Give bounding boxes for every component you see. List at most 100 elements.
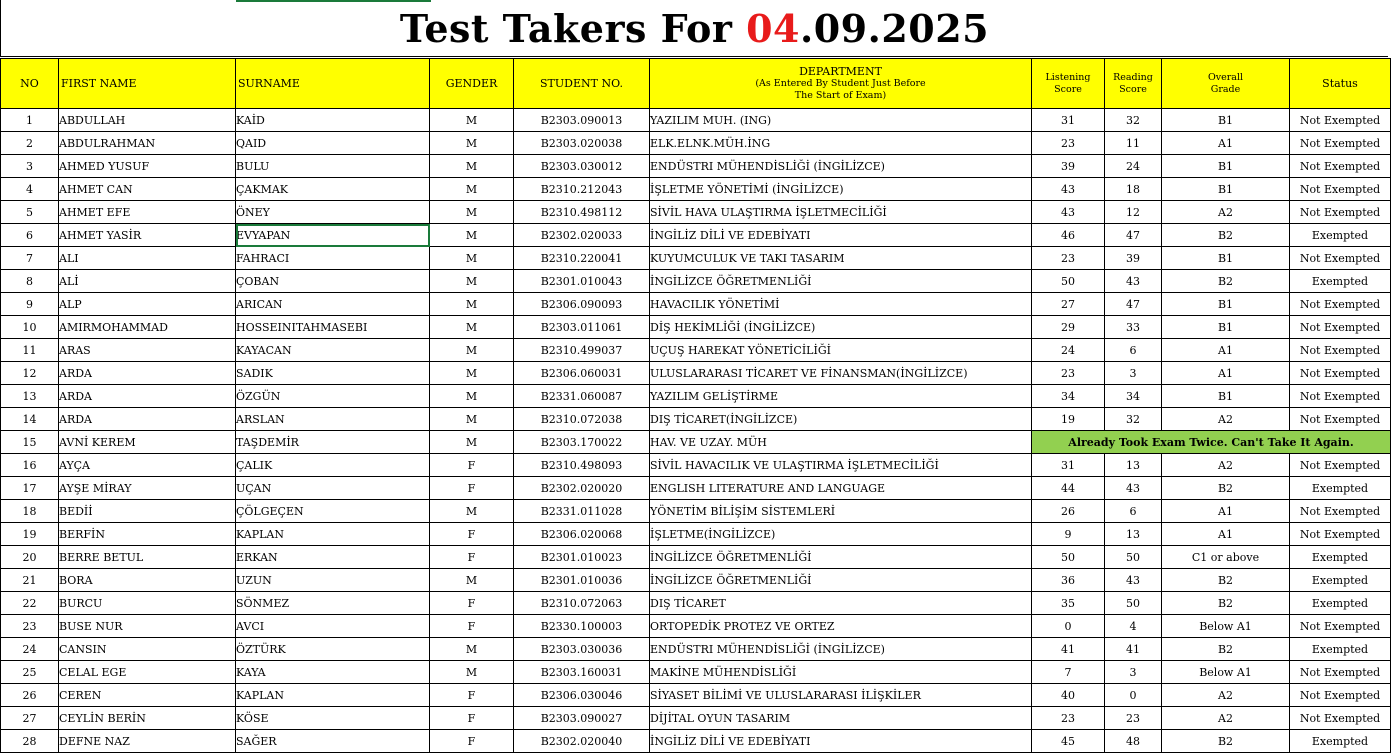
cell-reading-score[interactable]: 12 <box>1104 200 1162 224</box>
cell-gender[interactable]: M <box>429 315 514 339</box>
cell-reading-score[interactable]: 4 <box>1104 614 1162 638</box>
cell-no[interactable]: 27 <box>0 706 59 730</box>
cell-surname[interactable]: ÖNEY <box>235 200 430 224</box>
cell-listening-score[interactable]: 34 <box>1031 384 1105 408</box>
cell-overall-grade[interactable]: B1 <box>1161 154 1290 178</box>
cell-status[interactable]: Not Exempted <box>1289 499 1391 523</box>
cell-gender[interactable]: F <box>429 545 514 569</box>
cell-no[interactable]: 7 <box>0 246 59 270</box>
cell-status[interactable]: Exempted <box>1289 223 1391 247</box>
cell-overall-grade[interactable]: B2 <box>1161 269 1290 293</box>
cell-gender[interactable]: F <box>429 683 514 707</box>
header-no[interactable]: NO <box>0 58 59 109</box>
cell-surname[interactable]: ÇOBAN <box>235 269 430 293</box>
cell-student-no[interactable]: B2331.060087 <box>513 384 650 408</box>
cell-status[interactable]: Not Exempted <box>1289 315 1391 339</box>
cell-gender[interactable]: M <box>429 384 514 408</box>
cell-first-name[interactable]: ALİ <box>58 269 236 293</box>
cell-reading-score[interactable]: 32 <box>1104 108 1162 132</box>
cell-department[interactable]: ULUSLARARASI TİCARET VE FİNANSMAN(İNGİLİ… <box>649 361 1032 385</box>
cell-listening-score[interactable]: 31 <box>1031 108 1105 132</box>
cell-student-no[interactable]: B2303.170022 <box>513 430 650 454</box>
cell-gender[interactable]: M <box>429 223 514 247</box>
cell-overall-grade[interactable]: B2 <box>1161 729 1290 753</box>
cell-no[interactable]: 6 <box>0 223 59 247</box>
cell-gender[interactable]: M <box>429 568 514 592</box>
cell-gender[interactable]: F <box>429 706 514 730</box>
cell-reading-score[interactable]: 50 <box>1104 545 1162 569</box>
title-row[interactable]: Test Takers For 04.09.2025 <box>0 0 1388 57</box>
cell-no[interactable]: 17 <box>0 476 59 500</box>
cell-listening-score[interactable]: 35 <box>1031 591 1105 615</box>
cell-no[interactable]: 24 <box>0 637 59 661</box>
cell-student-no[interactable]: B2310.072063 <box>513 591 650 615</box>
cell-no[interactable]: 19 <box>0 522 59 546</box>
cell-first-name[interactable]: ARDA <box>58 407 236 431</box>
cell-listening-score[interactable]: 40 <box>1031 683 1105 707</box>
cell-listening-score[interactable]: 23 <box>1031 361 1105 385</box>
cell-listening-score[interactable]: 36 <box>1031 568 1105 592</box>
cell-department[interactable]: YAZILIM MUH. (ING) <box>649 108 1032 132</box>
cell-listening-score[interactable]: 39 <box>1031 154 1105 178</box>
cell-listening-score[interactable]: 29 <box>1031 315 1105 339</box>
cell-gender[interactable]: F <box>429 614 514 638</box>
header-student-no[interactable]: STUDENT NO. <box>513 58 650 109</box>
cell-department[interactable]: ENDÜSTRI MÜHENDİSLİĞİ (İNGİLİZCE) <box>649 154 1032 178</box>
cell-reading-score[interactable]: 48 <box>1104 729 1162 753</box>
cell-gender[interactable]: M <box>429 430 514 454</box>
cell-no[interactable]: 22 <box>0 591 59 615</box>
cell-status[interactable]: Not Exempted <box>1289 453 1391 477</box>
cell-listening-score[interactable]: 19 <box>1031 407 1105 431</box>
cell-status[interactable]: Not Exempted <box>1289 683 1391 707</box>
cell-no[interactable]: 1 <box>0 108 59 132</box>
cell-student-no[interactable]: B2330.100003 <box>513 614 650 638</box>
cell-listening-score[interactable]: 50 <box>1031 269 1105 293</box>
cell-overall-grade[interactable]: B1 <box>1161 384 1290 408</box>
cell-no[interactable]: 10 <box>0 315 59 339</box>
cell-no[interactable]: 2 <box>0 131 59 155</box>
cell-status[interactable]: Not Exempted <box>1289 706 1391 730</box>
cell-listening-score[interactable]: 26 <box>1031 499 1105 523</box>
cell-overall-grade[interactable]: A1 <box>1161 522 1290 546</box>
cell-status[interactable]: Not Exempted <box>1289 246 1391 270</box>
cell-listening-score[interactable]: 41 <box>1031 637 1105 661</box>
cell-status[interactable]: Exempted <box>1289 729 1391 753</box>
cell-student-no[interactable]: B2302.020020 <box>513 476 650 500</box>
cell-no[interactable]: 9 <box>0 292 59 316</box>
cell-status[interactable]: Not Exempted <box>1289 177 1391 201</box>
cell-department[interactable]: KUYUMCULUK VE TAKI TASARIM <box>649 246 1032 270</box>
cell-surname[interactable]: ÇAKMAK <box>235 177 430 201</box>
cell-department[interactable]: İNGİLİZ DİLİ VE EDEBİYATI <box>649 729 1032 753</box>
cell-student-no[interactable]: B2306.060031 <box>513 361 650 385</box>
cell-first-name[interactable]: AVNİ KEREM <box>58 430 236 454</box>
cell-first-name[interactable]: BERRE BETUL <box>58 545 236 569</box>
header-first-name[interactable]: FIRST NAME <box>58 58 236 109</box>
cell-student-no[interactable]: B2306.090093 <box>513 292 650 316</box>
cell-department[interactable]: SİYASET BİLİMİ VE ULUSLARARASI İLİŞKİLER <box>649 683 1032 707</box>
cell-surname[interactable]: SADIK <box>235 361 430 385</box>
cell-overall-grade[interactable]: B2 <box>1161 637 1290 661</box>
cell-no[interactable]: 13 <box>0 384 59 408</box>
cell-gender[interactable]: M <box>429 407 514 431</box>
header-overall-grade[interactable]: Overall Grade <box>1161 58 1290 109</box>
cell-first-name[interactable]: ABDULRAHMAN <box>58 131 236 155</box>
cell-first-name[interactable]: ARDA <box>58 384 236 408</box>
cell-status[interactable]: Not Exempted <box>1289 131 1391 155</box>
cell-first-name[interactable]: ARDA <box>58 361 236 385</box>
cell-reading-score[interactable]: 6 <box>1104 499 1162 523</box>
cell-student-no[interactable]: B2310.212043 <box>513 177 650 201</box>
cell-no[interactable]: 23 <box>0 614 59 638</box>
cell-department[interactable]: İŞLETME(İNGİLİZCE) <box>649 522 1032 546</box>
cell-gender[interactable]: M <box>429 637 514 661</box>
cell-department[interactable]: İŞLETME YÖNETİMİ (İNGİLİZCE) <box>649 177 1032 201</box>
cell-listening-score[interactable]: 23 <box>1031 131 1105 155</box>
cell-surname[interactable]: AVCI <box>235 614 430 638</box>
cell-overall-grade[interactable]: A2 <box>1161 683 1290 707</box>
cell-student-no[interactable]: B2303.160031 <box>513 660 650 684</box>
cell-gender[interactable]: M <box>429 246 514 270</box>
cell-no[interactable]: 20 <box>0 545 59 569</box>
cell-department[interactable]: İNGİLİZCE ÖĞRETMENLİĞİ <box>649 545 1032 569</box>
cell-reading-score[interactable]: 43 <box>1104 269 1162 293</box>
cell-status[interactable]: Exempted <box>1289 545 1391 569</box>
cell-department[interactable]: İNGİLİZCE ÖĞRETMENLİĞİ <box>649 568 1032 592</box>
